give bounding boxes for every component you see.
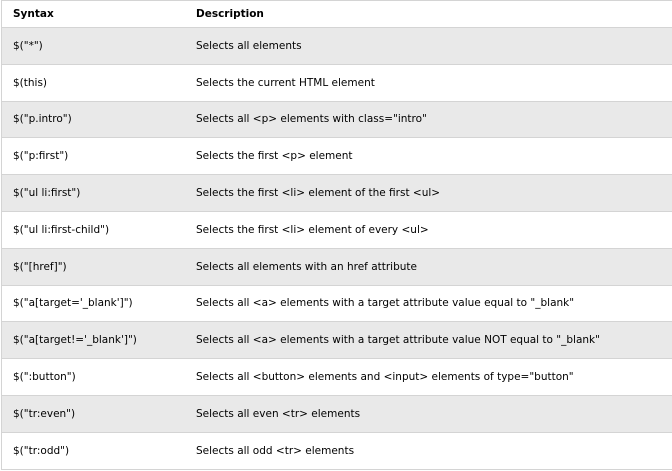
table-row: $("*") Selects all elements xyxy=(2,28,672,65)
description-cell: Selects all odd <tr> elements xyxy=(196,444,355,457)
table-header-row: Syntax Description xyxy=(2,1,672,28)
syntax-cell: $("p:first") xyxy=(13,150,69,163)
table-row: $("ul li:first") Selects the first <li> … xyxy=(2,175,672,212)
selector-reference-table: Syntax Description $("*") Selects all el… xyxy=(1,0,672,470)
table-row: $("tr:even") Selects all even <tr> eleme… xyxy=(2,395,672,433)
table-row: $("ul li:first-child") Selects the first… xyxy=(2,211,672,249)
syntax-cell: $("tr:even") xyxy=(13,407,76,420)
table-row: $("[href]") Selects all elements with an… xyxy=(2,248,672,286)
description-cell: Selects all elements with an href attrib… xyxy=(196,260,417,273)
syntax-cell: $("a[target!='_blank']") xyxy=(13,334,137,347)
syntax-cell: $("p.intro") xyxy=(13,113,72,126)
table-row: $(this) Selects the current HTML element xyxy=(2,64,672,102)
syntax-cell: $(":button") xyxy=(13,371,76,384)
syntax-cell: $("a[target='_blank']") xyxy=(13,297,133,310)
syntax-cell: $("[href]") xyxy=(13,260,67,273)
description-cell: Selects the current HTML element xyxy=(196,76,375,89)
description-cell: Selects all <a> elements with a target a… xyxy=(196,334,600,347)
table-row: $("tr:odd") Selects all odd <tr> element… xyxy=(2,432,672,470)
description-cell: Selects all <button> elements and <input… xyxy=(196,371,574,384)
syntax-cell: $("ul li:first") xyxy=(13,187,81,200)
description-cell: Selects all elements xyxy=(196,39,302,52)
description-column-header: Description xyxy=(196,8,264,20)
syntax-column-header: Syntax xyxy=(13,8,54,20)
description-cell: Selects the first <li> element of the fi… xyxy=(196,187,441,200)
description-cell: Selects the first <p> element xyxy=(196,150,353,163)
description-cell: Selects the first <li> element of every … xyxy=(196,223,429,236)
description-cell: Selects all <a> elements with a target a… xyxy=(196,297,575,310)
table-row: $("p.intro") Selects all <p> elements wi… xyxy=(2,101,672,139)
description-cell: Selects all <p> elements with class="int… xyxy=(196,113,427,126)
syntax-cell: $("ul li:first-child") xyxy=(13,223,110,236)
syntax-cell: $("*") xyxy=(13,39,43,52)
table-row: $("a[target!='_blank']") Selects all <a>… xyxy=(2,322,672,360)
syntax-cell: $("tr:odd") xyxy=(13,444,70,457)
description-cell: Selects all even <tr> elements xyxy=(196,407,361,420)
table-row: $("a[target='_blank']") Selects all <a> … xyxy=(2,285,672,323)
table-row: $("p:first") Selects the first <p> eleme… xyxy=(2,138,672,176)
syntax-cell: $(this) xyxy=(13,76,48,89)
table-row: $(":button") Selects all <button> elemen… xyxy=(2,359,672,396)
